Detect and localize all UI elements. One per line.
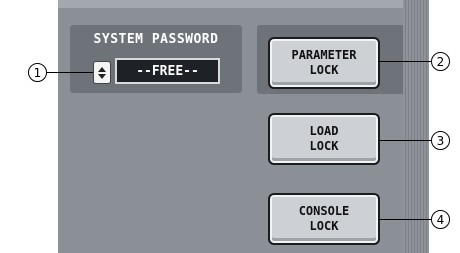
password-display[interactable]: --FREE-- [115, 58, 220, 84]
callout-line-4 [378, 219, 432, 220]
callout-line-3 [378, 140, 432, 141]
callout-1: 1 [28, 63, 47, 82]
callout-line-2 [378, 61, 432, 62]
arrow-down-icon [98, 73, 106, 79]
panel-edge-strip [403, 0, 429, 253]
arrow-up-icon [98, 66, 106, 72]
console-lock-button[interactable]: CONSOLE LOCK [268, 193, 380, 245]
system-password-title: SYSTEM PASSWORD [93, 32, 219, 47]
load-lock-button[interactable]: LOAD LOCK [268, 113, 380, 165]
up-down-arrows-icon[interactable] [93, 61, 111, 84]
callout-line-1 [46, 72, 93, 73]
callout-2: 2 [431, 52, 450, 71]
parameter-lock-button[interactable]: PARAMETER LOCK [268, 37, 380, 89]
callout-3: 3 [431, 131, 450, 150]
panel-top-strip [58, 0, 403, 8]
callout-4: 4 [431, 210, 450, 229]
